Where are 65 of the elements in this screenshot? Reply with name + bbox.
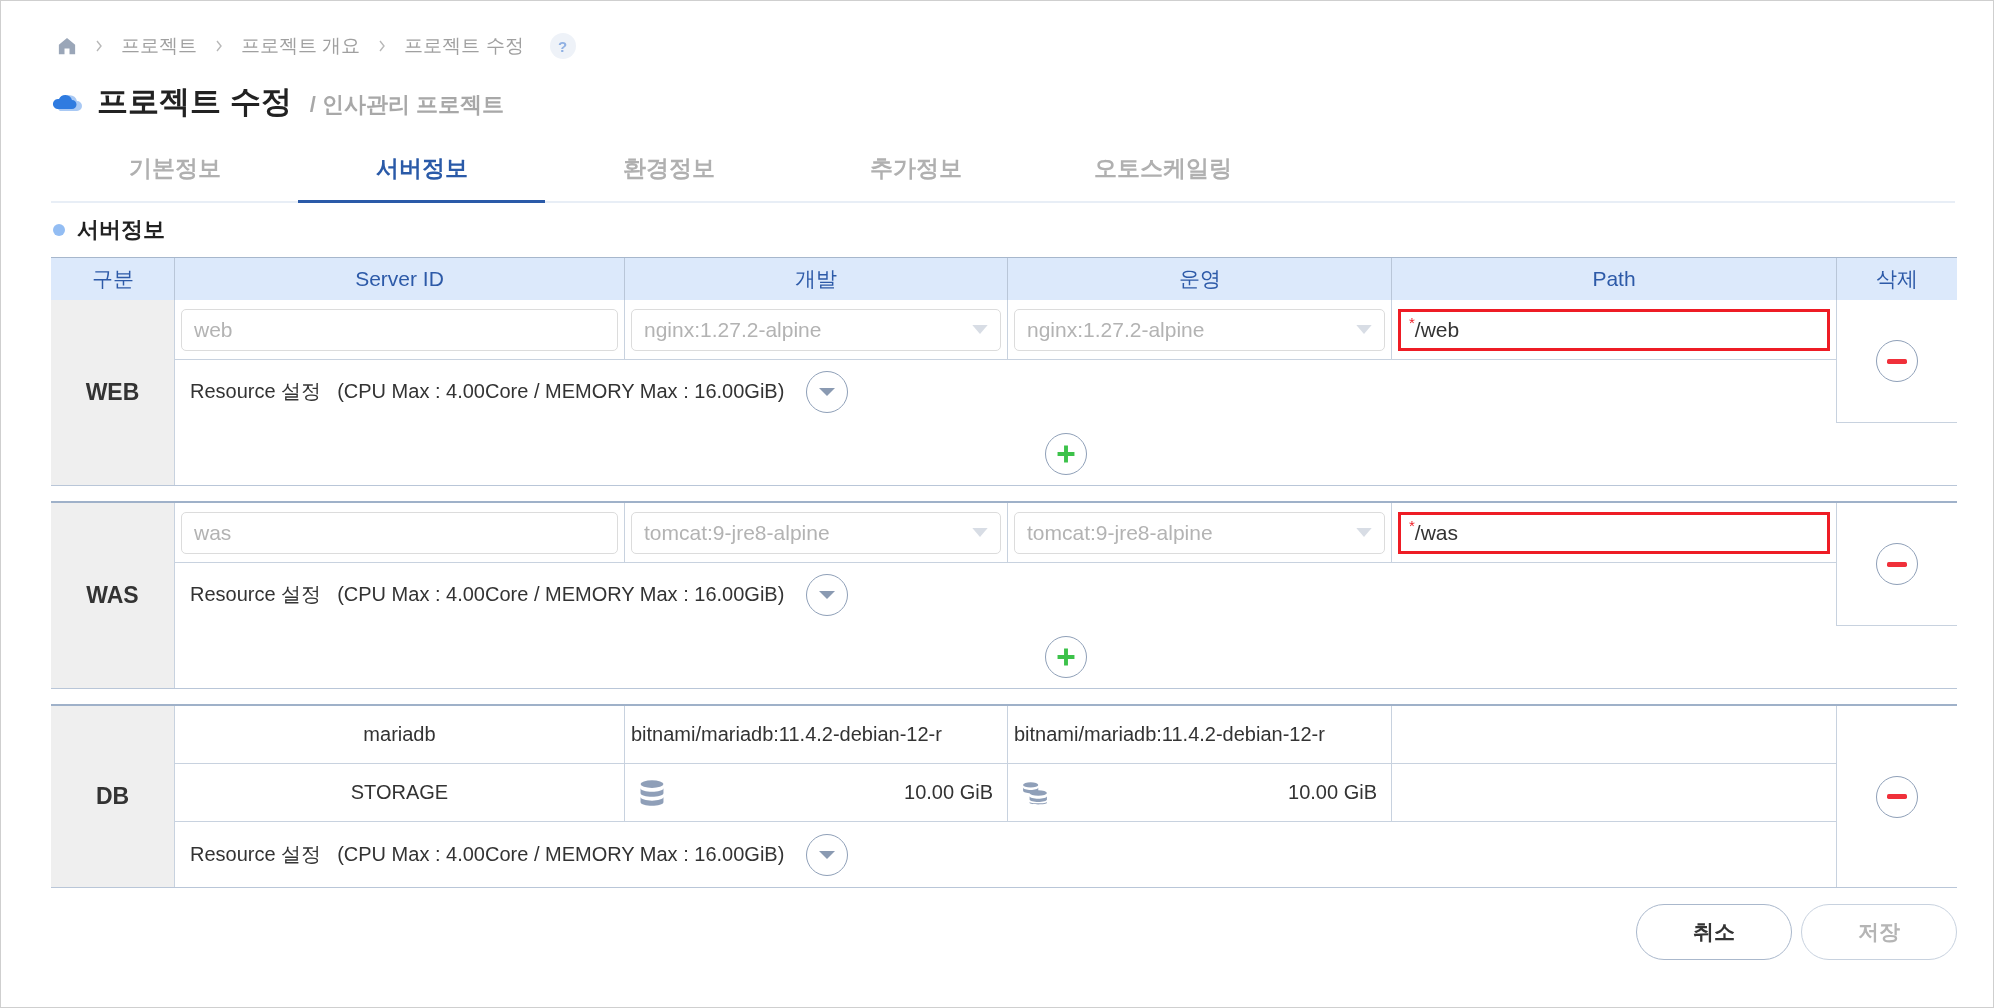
row-label: WAS xyxy=(51,503,174,688)
help-button[interactable]: ? xyxy=(549,33,576,59)
section-title: 서버정보 xyxy=(77,216,165,244)
resource-limits: (CPU Max : 4.00Core / MEMORY Max : 16.00GiB) xyxy=(337,583,785,606)
expand-button[interactable] xyxy=(806,370,849,413)
caret-icon xyxy=(1356,528,1372,537)
cloud-icon xyxy=(51,92,83,112)
remove-button[interactable] xyxy=(1876,543,1918,585)
column-header: 개발 xyxy=(624,258,1007,300)
breadcrumb-link[interactable]: 프로젝트 xyxy=(121,33,197,59)
page-title: 프로젝트 수정 xyxy=(97,83,292,121)
tab[interactable]: 서버정보 xyxy=(298,137,545,203)
tab[interactable]: 오토스케일링 xyxy=(1039,137,1286,203)
table-cell: mariadb xyxy=(363,723,436,746)
page-subtitle: / 인사관리 프로젝트 xyxy=(309,91,504,119)
column-header: Server ID xyxy=(174,258,624,300)
breadcrumb-link[interactable]: 프로젝트 개요 xyxy=(241,33,361,59)
table-cell: 10.00 GiB xyxy=(904,781,993,804)
add-button[interactable] xyxy=(1045,433,1087,475)
tab[interactable]: 환경정보 xyxy=(545,137,792,203)
table-cell: bitnami/mariadb:11.4.2-debian-12-r xyxy=(1014,723,1325,746)
breadcrumb-link[interactable]: 프로젝트 수정 xyxy=(404,33,524,59)
add-button[interactable] xyxy=(1045,636,1087,678)
expand-button[interactable] xyxy=(806,833,849,876)
caret-icon xyxy=(819,850,836,859)
minus-icon xyxy=(1887,794,1907,799)
path-field[interactable]: $^{*}$/was xyxy=(1398,511,1830,554)
tab[interactable]: 기본정보 xyxy=(51,137,298,203)
column-header: 구분 xyxy=(90,266,135,292)
row-label: DB xyxy=(51,706,174,887)
table-cell: bitnami/mariadb:11.4.2-debian-12-r xyxy=(631,723,942,746)
row-label: WEB xyxy=(51,300,174,485)
caret-icon xyxy=(972,528,988,537)
database-icon xyxy=(639,778,665,807)
caret-icon xyxy=(819,590,836,599)
caret-icon xyxy=(972,325,988,334)
minus-icon xyxy=(1887,561,1907,567)
resource-label: Resource 설정 xyxy=(190,842,322,867)
resource-label: Resource 설정 xyxy=(190,379,322,404)
caret-icon xyxy=(1356,325,1372,334)
chevron-icon xyxy=(95,40,103,52)
path-value: /was xyxy=(1414,520,1459,545)
required-mark: * xyxy=(1409,516,1415,534)
column-header: Path xyxy=(1391,258,1836,300)
home-icon[interactable] xyxy=(57,36,77,56)
tab[interactable]: 추가정보 xyxy=(792,137,1039,203)
resource-limits: (CPU Max : 4.00Core / MEMORY Max : 16.00GiB) xyxy=(337,380,785,403)
required-mark: * xyxy=(1409,313,1415,331)
minus-icon xyxy=(1887,358,1907,364)
caret-icon xyxy=(819,387,836,396)
remove-button[interactable] xyxy=(1876,340,1918,382)
path-field[interactable]: $^{*}$/web xyxy=(1398,308,1830,351)
path-value: /web xyxy=(1414,317,1460,342)
bullet-icon xyxy=(53,224,65,236)
resource-limits: (CPU Max : 4.00Core / MEMORY Max : 16.00GiB) xyxy=(337,843,785,866)
chevron-icon xyxy=(378,40,387,52)
expand-button[interactable] xyxy=(806,573,849,616)
table-cell: 10.00 GiB xyxy=(1288,781,1377,804)
column-header: 운영 xyxy=(1007,258,1391,300)
resource-label: Resource 설정 xyxy=(190,582,322,607)
column-header: 삭제 xyxy=(1836,258,1957,300)
action-button[interactable]: 취소 xyxy=(1636,904,1792,960)
table-cell: STORAGE xyxy=(350,781,449,804)
chevron-icon xyxy=(215,40,223,52)
remove-button[interactable] xyxy=(1876,775,1918,818)
